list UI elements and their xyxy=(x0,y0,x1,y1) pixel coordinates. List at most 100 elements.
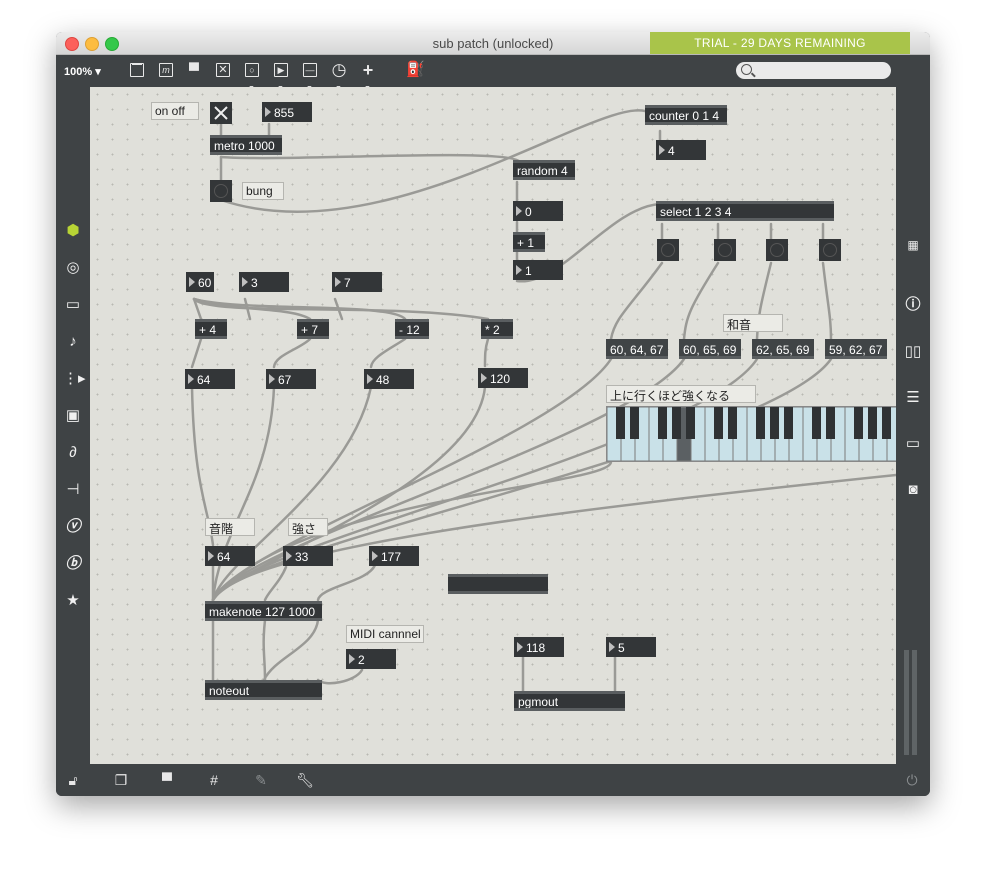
debug-icon[interactable]: ✎ xyxy=(252,772,270,788)
metro-object[interactable]: metro 1000 xyxy=(210,135,282,155)
random-object[interactable]: random 4 xyxy=(513,160,575,180)
number-box-60[interactable]: 60 xyxy=(186,272,214,292)
presentation-icon[interactable]: ▀ xyxy=(158,772,176,788)
image-icon[interactable]: ▣ xyxy=(63,406,83,426)
black-key[interactable] xyxy=(854,407,863,439)
black-key[interactable] xyxy=(714,407,723,439)
message-chord-3[interactable]: 62, 65, 69 xyxy=(752,339,814,359)
search-input[interactable] xyxy=(736,62,891,79)
message-icon[interactable]: m xyxy=(157,61,175,79)
grid-icon[interactable]: ▦ xyxy=(903,235,923,255)
lock-icon[interactable]: 🔓︎ xyxy=(64,772,82,788)
wrench-icon[interactable]: 🔧︎ xyxy=(296,772,314,788)
number-box-120[interactable]: 120 xyxy=(478,368,528,388)
paint-bucket-icon[interactable]: ⛽ xyxy=(406,61,425,79)
black-key[interactable] xyxy=(812,407,821,439)
bang-select-2[interactable] xyxy=(714,239,736,261)
v-icon[interactable]: ⓥ xyxy=(63,517,83,537)
number-box-channel[interactable]: 2 xyxy=(346,649,396,669)
comment-icon[interactable]: ▀ xyxy=(185,61,203,79)
mul-2-object[interactable]: * 2 xyxy=(481,319,513,339)
plus-icon[interactable]: +▼ xyxy=(359,61,377,92)
comment-chord[interactable]: 和音 xyxy=(723,314,783,332)
plus-one-object[interactable]: + 1 xyxy=(513,232,545,252)
number-box-counter[interactable]: 4 xyxy=(656,140,706,160)
plug-icon[interactable]: ⊣ xyxy=(63,480,83,500)
message-chord-1[interactable]: 60, 64, 67 xyxy=(606,339,668,359)
empty-object[interactable] xyxy=(448,574,548,594)
grid-icon[interactable]: # xyxy=(205,772,223,788)
sequence-icon[interactable]: ⋮▸ xyxy=(63,369,86,389)
number-box-67[interactable]: 67 xyxy=(266,369,316,389)
book-icon[interactable]: ▯▯ xyxy=(903,342,923,362)
zoom-dropdown[interactable]: 100% ▾ xyxy=(64,65,101,78)
cube-icon[interactable]: ⬢ xyxy=(63,221,83,241)
message-chord-2[interactable]: 60, 65, 69 xyxy=(679,339,741,359)
number-box-pgm-channel[interactable]: 5 xyxy=(606,637,656,657)
number-box-plus-one[interactable]: 1 xyxy=(513,260,563,280)
kslider-keyboard[interactable] xyxy=(606,406,896,462)
dial-icon[interactable]: ◷▼ xyxy=(330,61,348,93)
black-key[interactable] xyxy=(770,407,779,439)
note-icon[interactable]: ♪ xyxy=(63,332,83,352)
black-key[interactable] xyxy=(728,407,737,439)
bang-select-1[interactable] xyxy=(657,239,679,261)
book2-icon[interactable]: ▭ xyxy=(903,434,923,454)
makenote-object[interactable]: makenote 127 1000 xyxy=(205,601,322,621)
black-key[interactable] xyxy=(658,407,667,439)
presentation-icon[interactable] xyxy=(128,61,146,79)
comment-stronger[interactable]: 上に行くほど強くなる xyxy=(606,385,756,403)
number-box-855[interactable]: 855 xyxy=(262,102,312,122)
number-box-48[interactable]: 48 xyxy=(364,369,414,389)
black-key[interactable] xyxy=(686,407,695,439)
number-box-64[interactable]: 64 xyxy=(185,369,235,389)
black-key[interactable] xyxy=(882,407,891,439)
bang-select-3[interactable] xyxy=(766,239,788,261)
bang-icon[interactable]: ○▼ xyxy=(243,61,261,92)
black-key[interactable] xyxy=(826,407,835,439)
bus-icon[interactable]: ▭ xyxy=(63,295,83,315)
number-icon[interactable]: —▼ xyxy=(301,61,319,92)
toggle[interactable] xyxy=(210,102,232,124)
comment-strength[interactable]: 強さ xyxy=(288,518,328,536)
add-7-object[interactable]: + 7 xyxy=(297,319,329,339)
black-key[interactable] xyxy=(756,407,765,439)
black-key[interactable] xyxy=(616,407,625,439)
black-key[interactable] xyxy=(630,407,639,439)
play-icon[interactable]: ▶▼ xyxy=(272,61,290,92)
sub-12-object[interactable]: - 12 xyxy=(395,319,429,339)
black-key[interactable] xyxy=(784,407,793,439)
b-icon[interactable]: ⓑ xyxy=(63,554,83,574)
patch-canvas[interactable]: on off 855 metro 1000 bung random 4 0 + … xyxy=(90,87,896,764)
pgmout-object[interactable]: pgmout xyxy=(514,691,625,711)
number-box-duration[interactable]: 177 xyxy=(369,546,419,566)
black-key[interactable] xyxy=(868,407,877,439)
star-icon[interactable]: ★ xyxy=(63,591,83,611)
windows-icon[interactable]: ❐ xyxy=(112,772,130,788)
noteout-object[interactable]: noteout xyxy=(205,680,322,700)
bang-button[interactable] xyxy=(210,180,232,202)
list-icon[interactable]: ☰ xyxy=(903,388,923,408)
counter-object[interactable]: counter 0 1 4 xyxy=(645,105,727,125)
black-key[interactable] xyxy=(672,407,681,439)
bang-select-4[interactable] xyxy=(819,239,841,261)
power-icon[interactable]: ⏻ xyxy=(903,772,921,788)
number-box-program[interactable]: 118 xyxy=(514,637,564,657)
comment-scale[interactable]: 音階 xyxy=(205,518,255,536)
message-chord-4[interactable]: 59, 62, 67 xyxy=(825,339,887,359)
number-box-random[interactable]: 0 xyxy=(513,201,563,221)
add-4-object[interactable]: + 4 xyxy=(195,319,227,339)
number-box-velocity[interactable]: 33 xyxy=(283,546,333,566)
number-box-3[interactable]: 3 xyxy=(239,272,289,292)
target-icon[interactable]: ◎ xyxy=(63,258,83,278)
comment-bung[interactable]: bung xyxy=(242,182,284,200)
select-object[interactable]: select 1 2 3 4 xyxy=(656,201,834,221)
trial-badge[interactable]: TRIAL - 29 DAYS REMAINING xyxy=(650,32,910,54)
comment-midi-channel[interactable]: MIDI cannnel xyxy=(346,625,424,643)
number-box-7[interactable]: 7 xyxy=(332,272,382,292)
comment-on-off[interactable]: on off xyxy=(151,102,199,120)
camera-icon[interactable]: ◙ xyxy=(903,480,923,500)
info-icon[interactable]: ⓘ xyxy=(903,295,923,315)
toggle-x-icon[interactable]: ✕ xyxy=(214,61,232,79)
paperclip-icon[interactable]: ∂ xyxy=(63,443,83,463)
